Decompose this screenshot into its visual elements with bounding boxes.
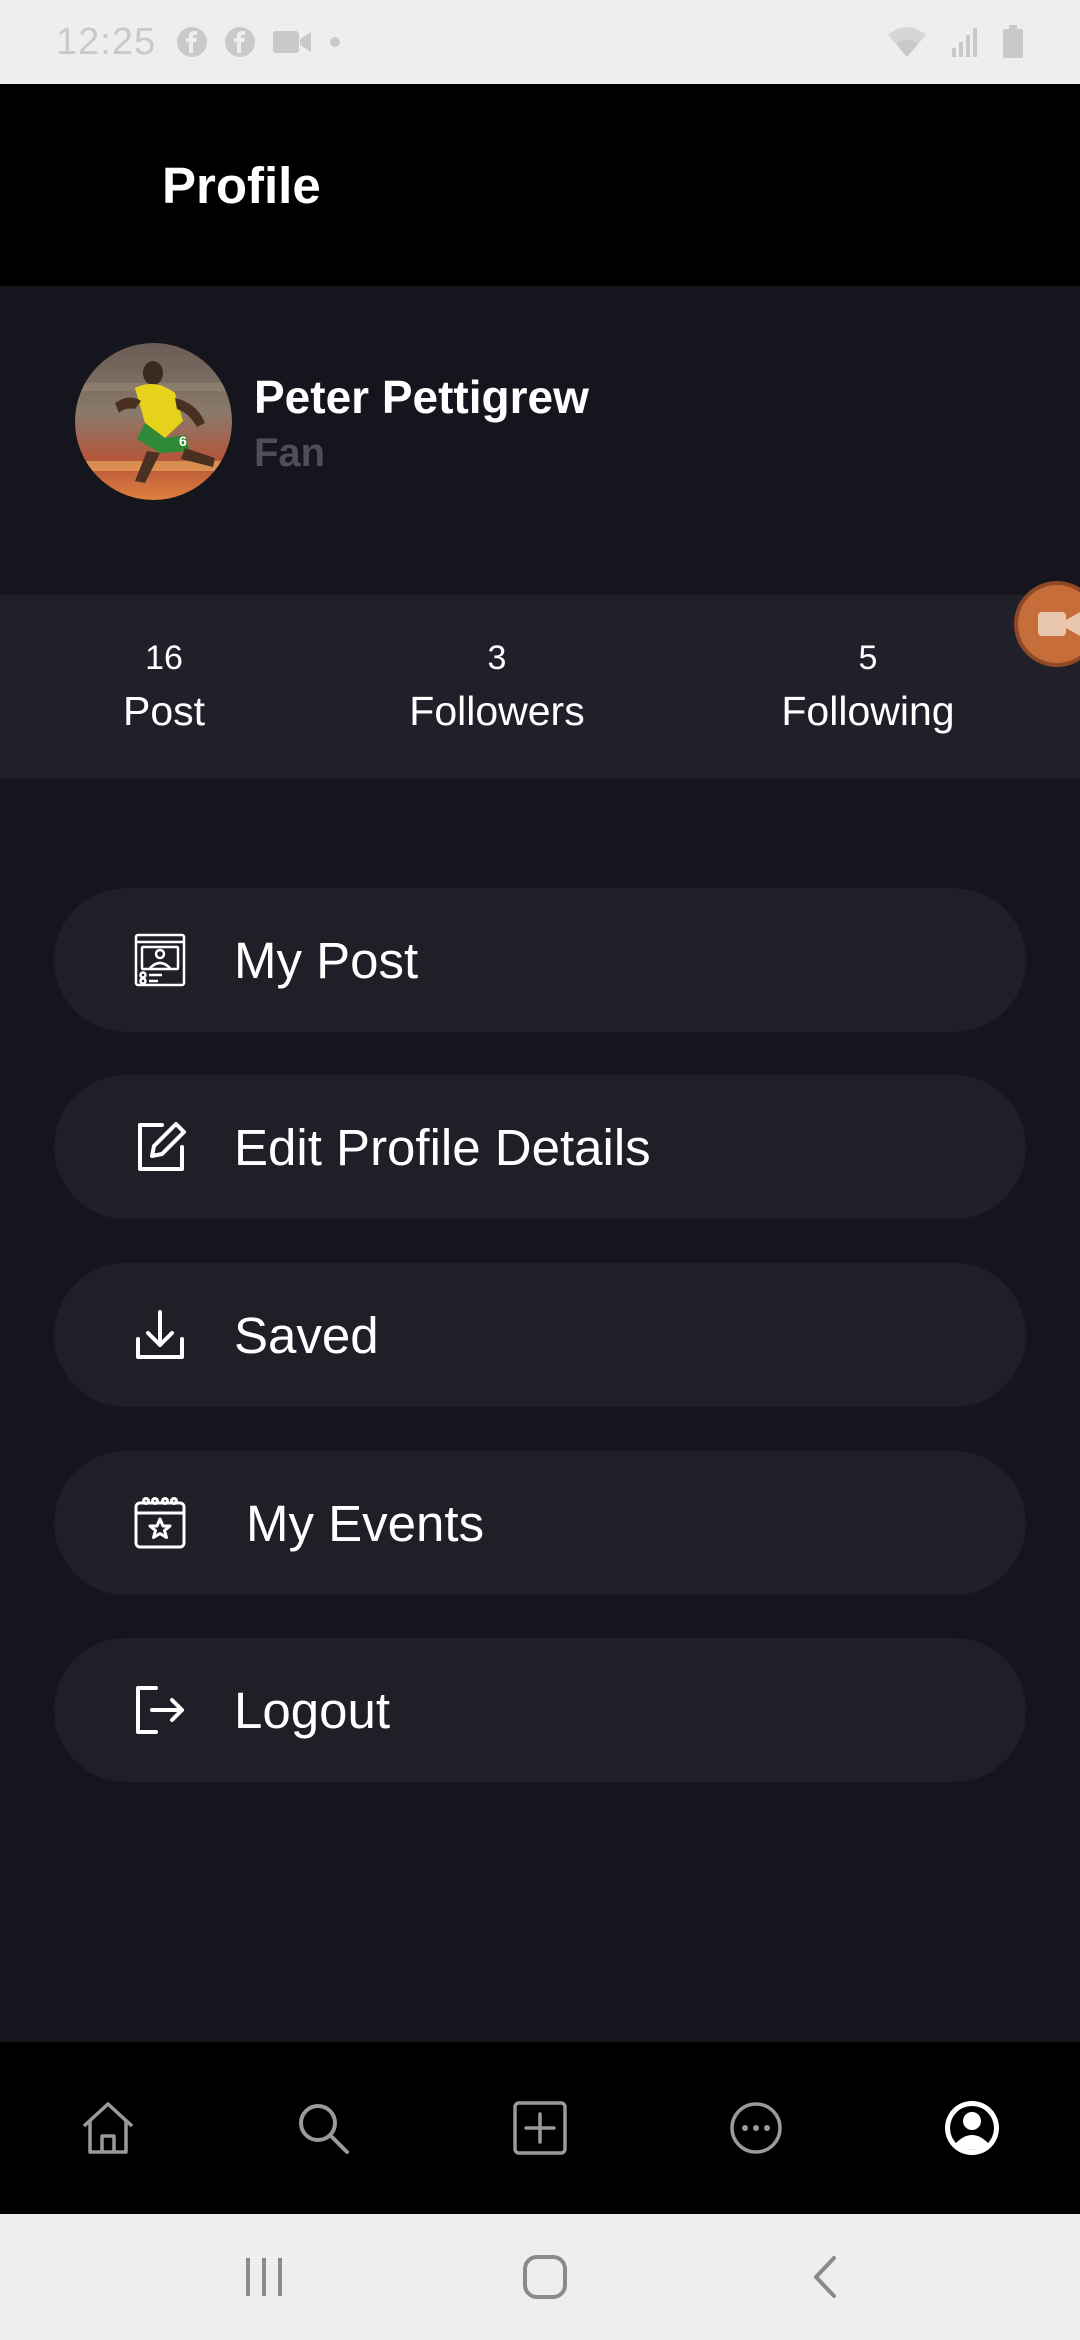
home-icon xyxy=(82,2102,134,2154)
stat-following-count: 5 xyxy=(858,639,878,677)
menu-label-my-events: My Events xyxy=(246,1494,485,1552)
menu-label-saved: Saved xyxy=(234,1306,379,1364)
edit-icon xyxy=(132,1119,188,1175)
stat-post-count: 16 xyxy=(145,639,183,677)
profile-icon xyxy=(945,2101,999,2155)
more-icon xyxy=(730,2102,782,2154)
add-icon xyxy=(513,2101,567,2155)
my-post-icon xyxy=(132,932,188,988)
page-title: Profile xyxy=(162,157,321,214)
recent-apps-icon xyxy=(246,2258,282,2296)
stat-following[interactable]: 5 Following xyxy=(748,595,988,779)
status-system-icons xyxy=(886,25,1024,59)
profile-card: 6 Peter Pettigrew Fan xyxy=(0,286,1080,595)
nav-more[interactable] xyxy=(710,2082,802,2174)
battery-icon xyxy=(1002,25,1024,59)
menu-item-my-post[interactable]: My Post xyxy=(54,888,1026,1032)
facebook-icon xyxy=(224,26,256,58)
stat-following-label: Following xyxy=(781,688,955,734)
menu-item-saved[interactable]: Saved xyxy=(54,1263,1026,1407)
stats-bar: 16 Post 3 Followers 5 Following xyxy=(0,595,1080,779)
menu-item-logout[interactable]: Logout xyxy=(54,1638,1026,1782)
app-header: Profile xyxy=(0,84,1080,286)
svg-text:6: 6 xyxy=(179,433,187,449)
profile-menu: My Post Edit Profile Details Saved My Ev… xyxy=(0,779,1080,2042)
dot-icon xyxy=(328,35,342,49)
logout-icon xyxy=(132,1682,188,1738)
status-bar: 12:25 xyxy=(0,0,1080,84)
user-role: Fan xyxy=(254,431,326,475)
status-notifications xyxy=(176,26,342,58)
menu-item-my-events[interactable]: My Events xyxy=(54,1451,1026,1595)
calendar-star-icon xyxy=(132,1495,188,1551)
search-icon xyxy=(299,2104,349,2154)
nav-home[interactable] xyxy=(62,2082,154,2174)
stat-followers[interactable]: 3 Followers xyxy=(372,595,622,779)
avatar[interactable]: 6 xyxy=(75,343,232,500)
menu-label-logout: Logout xyxy=(234,1681,390,1739)
home-square-icon xyxy=(523,2255,567,2299)
download-icon xyxy=(132,1307,188,1363)
nav-profile[interactable] xyxy=(926,2082,1018,2174)
user-name: Peter Pettigrew xyxy=(254,371,589,423)
facebook-icon xyxy=(176,26,208,58)
stat-followers-label: Followers xyxy=(409,688,585,734)
back-chevron-icon xyxy=(814,2256,836,2298)
signal-icon xyxy=(950,26,980,58)
video-camera-icon xyxy=(1038,612,1080,636)
stat-post[interactable]: 16 Post xyxy=(64,595,264,779)
nav-search[interactable] xyxy=(277,2082,369,2174)
menu-item-edit-profile[interactable]: Edit Profile Details xyxy=(54,1075,1026,1219)
stat-followers-count: 3 xyxy=(487,639,507,677)
home-button[interactable] xyxy=(505,2242,585,2312)
system-nav-bar xyxy=(0,2214,1080,2340)
stat-post-label: Post xyxy=(122,688,206,734)
recent-apps-button[interactable] xyxy=(224,2242,304,2312)
wifi-icon xyxy=(886,25,928,59)
menu-label-my-post: My Post xyxy=(234,931,419,989)
nav-add[interactable] xyxy=(494,2082,586,2174)
back-button[interactable] xyxy=(786,2242,866,2312)
video-call-icon xyxy=(272,27,312,57)
menu-label-edit-profile: Edit Profile Details xyxy=(234,1118,651,1176)
status-time: 12:25 xyxy=(56,20,157,63)
bottom-nav xyxy=(0,2042,1080,2214)
